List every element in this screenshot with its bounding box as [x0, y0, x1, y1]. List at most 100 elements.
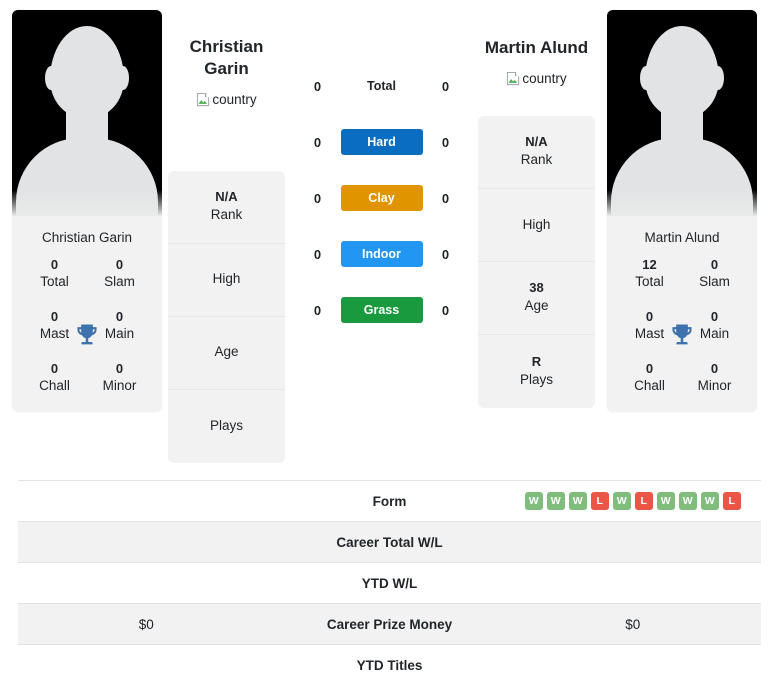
form-badge-win: W — [656, 492, 675, 510]
surface-badge-clay[interactable]: Clay — [340, 185, 423, 211]
right-player-photo-column: Martin Alund 12 Total 0 Slam 0 Mast 0 Ma… — [595, 10, 763, 413]
trophy-icon — [668, 321, 696, 349]
info-value: N/A — [215, 188, 238, 204]
stat-value: 0 — [710, 257, 719, 272]
form-badge-loss: L — [634, 492, 653, 510]
row-label: Career Total W/L — [336, 534, 443, 550]
surface-left-value: 0 — [313, 302, 322, 318]
stat-cell: 0 Total — [22, 257, 87, 291]
stat-cell: 0 Minor — [87, 361, 152, 395]
avatar-ear-right-shape — [117, 66, 129, 90]
stat-cell: 0 Chall — [617, 361, 682, 395]
surface-right-value: 0 — [441, 78, 450, 94]
right-titles-grid: 12 Total 0 Slam 0 Mast 0 Main 0 Chall 0 … — [607, 257, 757, 412]
left-player-info-card: N/A Rank High Age Plays — [168, 170, 285, 463]
info-label: High — [522, 216, 551, 232]
stat-label: Total — [635, 274, 664, 290]
table-row-career-total-wl: Career Total W/L — [18, 521, 761, 562]
avatar-ear-right-shape — [712, 66, 724, 90]
row-label: Form — [372, 493, 407, 509]
left-player-card[interactable]: Christian Garin 0 Total 0 Slam 0 Mast 0 … — [12, 10, 162, 413]
avatar-fade-overlay — [12, 190, 162, 216]
table-row-ytd-wl: YTD W/L — [18, 562, 761, 603]
stat-value: 0 — [115, 257, 124, 272]
avatar-head-shape — [645, 26, 719, 118]
left-player-name-column: Christian Garin country N/A Rank High Ag… — [168, 10, 285, 463]
stat-label: Slam — [104, 274, 135, 290]
surface-row-clay: 0 Clay 0 — [285, 170, 478, 226]
surface-left-value: 0 — [313, 246, 322, 262]
avatar-head-shape — [50, 26, 124, 118]
avatar-ear-left-shape — [45, 66, 57, 90]
stat-label: Minor — [102, 377, 137, 393]
surface-badge-hard[interactable]: Hard — [340, 129, 423, 155]
right-card-player-name: Martin Alund — [644, 230, 720, 245]
stat-label: Slam — [699, 274, 730, 290]
form-badge-win: W — [678, 492, 697, 510]
form-right-cell: WWWLWLWWWL — [505, 492, 762, 510]
form-badge-win: W — [568, 492, 587, 510]
right-player-info-card: N/A Rank High 38 Age R Plays — [478, 115, 595, 408]
stat-label: Minor — [697, 377, 732, 393]
table-row-form: Form WWWLWLWWWL — [18, 480, 761, 521]
stat-label: Chall — [39, 377, 70, 393]
stat-value: 0 — [50, 360, 59, 376]
form-badge-loss: L — [590, 492, 609, 510]
broken-image-alt-text: country — [522, 70, 567, 86]
stat-cell: 0 Slam — [682, 257, 747, 291]
surface-right-value: 0 — [441, 302, 450, 318]
surface-right-value: 0 — [441, 134, 450, 150]
surface-row-hard: 0 Hard 0 — [285, 114, 478, 170]
form-badge-win: W — [546, 492, 565, 510]
stat-cell: 12 Total — [617, 257, 682, 291]
surface-left-value: 0 — [313, 190, 322, 206]
surface-row-grass: 0 Grass 0 — [285, 282, 478, 338]
info-label: High — [212, 271, 241, 287]
info-value: R — [531, 353, 542, 369]
info-row-rank: N/A Rank — [478, 116, 595, 189]
row-label: Career Prize Money — [326, 616, 453, 632]
info-row-age: Age — [168, 317, 285, 390]
surface-row-total: 0 Total 0 — [285, 58, 478, 114]
surface-left-value: 0 — [313, 78, 322, 94]
right-player-display-name: Martin Alund — [484, 38, 589, 57]
row-label: YTD W/L — [361, 575, 418, 591]
stat-cell: 0 Chall — [22, 361, 87, 395]
left-player-avatar — [12, 10, 162, 216]
comparison-table: Form WWWLWLWWWL Career Total W/L YTD W/L… — [0, 480, 779, 685]
info-label: Rank — [520, 152, 553, 168]
right-country-flag: country — [506, 70, 567, 86]
stat-value: 0 — [710, 360, 719, 376]
info-label: Age — [214, 344, 239, 360]
stat-label: Chall — [634, 377, 665, 393]
table-row-ytd-titles: YTD Titles — [18, 644, 761, 685]
right-player-card[interactable]: Martin Alund 12 Total 0 Slam 0 Mast 0 Ma… — [607, 10, 757, 413]
stat-cell: 0 Slam — [87, 257, 152, 291]
info-row-high: High — [478, 189, 595, 262]
form-badge-list: WWWLWLWWWL — [524, 492, 741, 510]
broken-image-alt-text: country — [212, 91, 257, 107]
surface-badge-grass[interactable]: Grass — [340, 297, 423, 323]
surface-right-value: 0 — [441, 190, 450, 206]
stat-value: 0 — [50, 257, 59, 272]
left-player-display-name: Christian Garin — [189, 37, 264, 78]
form-badge-win: W — [612, 492, 631, 510]
stat-value: 0 — [115, 360, 124, 376]
left-player-photo-column: Christian Garin 0 Total 0 Slam 0 Mast 0 … — [0, 10, 168, 413]
surface-badge-indoor[interactable]: Indoor — [340, 241, 423, 267]
row-label: YTD Titles — [356, 657, 423, 673]
avatar-ear-left-shape — [640, 66, 652, 90]
left-titles-grid: 0 Total 0 Slam 0 Mast 0 Main 0 Chall 0 M… — [12, 257, 162, 412]
info-value: N/A — [525, 134, 548, 150]
form-badge-loss: L — [722, 492, 741, 510]
form-badge-win: W — [524, 492, 543, 510]
player-comparison-page: Christian Garin 0 Total 0 Slam 0 Mast 0 … — [0, 0, 779, 699]
table-row-career-prize-money: $0 Career Prize Money $0 — [18, 603, 761, 644]
info-row-plays: Plays — [168, 390, 285, 463]
compare-section: Christian Garin 0 Total 0 Slam 0 Mast 0 … — [0, 0, 779, 480]
info-label: Plays — [519, 371, 553, 387]
info-row-plays: R Plays — [478, 335, 595, 408]
right-value: $0 — [625, 616, 641, 632]
trophy-icon — [73, 321, 101, 349]
stat-cell: 0 Minor — [682, 361, 747, 395]
